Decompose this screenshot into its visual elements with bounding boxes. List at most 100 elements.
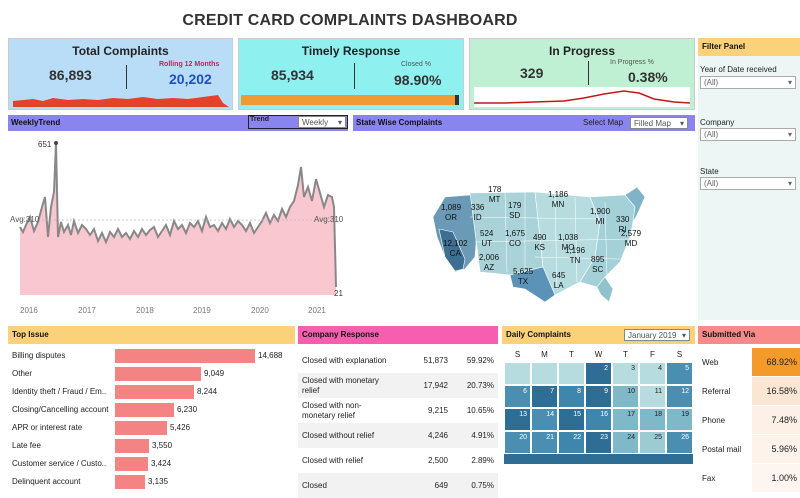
calendar-day[interactable]: 18 bbox=[639, 408, 666, 431]
total-complaints-title: Total Complaints bbox=[72, 44, 169, 58]
chevron-down-icon: ▾ bbox=[679, 118, 684, 128]
state-code: LA bbox=[553, 281, 564, 290]
min-label: 21 bbox=[334, 289, 343, 298]
top-issue-title: Top Issue bbox=[8, 326, 295, 344]
calendar-day[interactable]: 5 bbox=[666, 362, 693, 385]
calendar-day[interactable]: 6 bbox=[504, 385, 531, 408]
daily-complaints-panel: Daily Complaints January 2019▾ SMTWTFS 1… bbox=[502, 326, 695, 493]
calendar-day[interactable]: 22 bbox=[558, 431, 585, 454]
weekly-trend-panel: WeeklyTrend Trend Weekly ▾ Avg:310 Avg:31… bbox=[8, 115, 348, 320]
submitted-via-row[interactable]: Postal mail 5.96% bbox=[698, 435, 800, 464]
issue-row[interactable]: Other 9,049 bbox=[8, 366, 295, 382]
submitted-via-row[interactable]: Web 68.92% bbox=[698, 348, 800, 377]
submitted-via-row[interactable]: Fax 1.00% bbox=[698, 464, 800, 493]
state-label: 645 LA bbox=[552, 271, 565, 291]
year-tick: 2018 bbox=[136, 306, 154, 315]
state-label: 336 ID bbox=[471, 203, 484, 223]
calendar-day[interactable]: 14 bbox=[531, 408, 558, 431]
in-progress-pct-label: In Progress % bbox=[610, 59, 654, 66]
avg-right-label: Avg:310 bbox=[314, 215, 344, 224]
issue-value: 3,550 bbox=[152, 441, 173, 450]
state-filter-label: State bbox=[700, 167, 719, 176]
issue-label: Closing/Cancelling account bbox=[12, 405, 109, 414]
calendar-day[interactable]: 20 bbox=[504, 431, 531, 454]
company-filter-label: Company bbox=[700, 118, 735, 127]
in-progress-value: 329 bbox=[520, 65, 544, 81]
state-value: 524 bbox=[480, 229, 494, 238]
issue-row[interactable]: Closing/Cancelling account 6,230 bbox=[8, 402, 295, 418]
weekday-label: T bbox=[623, 350, 628, 359]
calendar-day[interactable]: 4 bbox=[639, 362, 666, 385]
company-response-row[interactable]: Closed with non-monetary relief 9,215 10.6… bbox=[298, 398, 498, 423]
calendar-day[interactable]: 11 bbox=[639, 385, 666, 408]
rolling-value: 20,202 bbox=[169, 71, 212, 87]
year-tick: 2020 bbox=[251, 306, 269, 315]
issue-value: 3,135 bbox=[148, 477, 169, 486]
submitted-via-title: Submitted Via bbox=[698, 326, 800, 344]
year-tick: 2017 bbox=[78, 306, 96, 315]
response-label: Closed with non-monetary relief bbox=[302, 401, 362, 420]
closed-pct-label: Closed % bbox=[401, 61, 431, 68]
in-progress-pct-value: 0.38% bbox=[628, 69, 668, 85]
calendar-day[interactable]: 25 bbox=[639, 431, 666, 454]
calendar-day[interactable]: 13 bbox=[504, 408, 531, 431]
calendar-day[interactable]: 19 bbox=[666, 408, 693, 431]
calendar-day[interactable]: 10 bbox=[612, 385, 639, 408]
calendar-day[interactable]: 7 bbox=[531, 385, 558, 408]
issue-label: Identity theft / Fraud / Em.. bbox=[12, 387, 107, 396]
state-value: 1,038 bbox=[558, 233, 579, 242]
company-response-row[interactable]: Closed without relief 4,246 4.91% bbox=[298, 423, 498, 448]
map-type-select[interactable]: Filled Map ▾ bbox=[630, 117, 688, 129]
state-label: 12,102 CA bbox=[443, 239, 467, 259]
state-filter-dropdown[interactable]: (All) ▾ bbox=[700, 177, 796, 190]
timely-progress-bar bbox=[241, 95, 459, 105]
month-select[interactable]: January 2019 ▾ bbox=[624, 329, 690, 341]
company-response-row[interactable]: Closed with explanation 51,873 59.92% bbox=[298, 348, 498, 373]
chevron-down-icon: ▾ bbox=[787, 78, 792, 87]
response-label: Closed without relief bbox=[302, 431, 375, 440]
company-response-row[interactable]: Closed 649 0.75% bbox=[298, 473, 498, 498]
state-label: 1,675 CO bbox=[505, 229, 525, 249]
year-filter-dropdown[interactable]: (All) ▾ bbox=[700, 76, 796, 89]
state-value: 2,006 bbox=[479, 253, 500, 262]
calendar-day[interactable]: 24 bbox=[612, 431, 639, 454]
issue-bar bbox=[115, 475, 145, 489]
issue-row[interactable]: Late fee 3,550 bbox=[8, 438, 295, 454]
company-filter-dropdown[interactable]: (All) ▾ bbox=[700, 128, 796, 141]
response-count: 9,215 bbox=[427, 406, 448, 415]
calendar-day[interactable]: 12 bbox=[666, 385, 693, 408]
issue-value: 3,424 bbox=[151, 459, 172, 468]
issue-bar bbox=[115, 421, 167, 435]
issue-row[interactable]: Billing disputes 14,688 bbox=[8, 348, 295, 364]
state-value: 12,102 bbox=[443, 239, 468, 248]
calendar-day[interactable]: 26 bbox=[666, 431, 693, 454]
issue-row[interactable]: Customer service / Custo.. 3,424 bbox=[8, 456, 295, 472]
response-pct: 10.65% bbox=[466, 406, 494, 415]
chevron-down-icon: ▾ bbox=[787, 179, 792, 188]
company-response-row[interactable]: Closed with monetary relief 17,942 20.73% bbox=[298, 373, 498, 398]
year-tick: 2021 bbox=[308, 306, 326, 315]
issue-row[interactable]: APR or interest rate 5,426 bbox=[8, 420, 295, 436]
calendar-day[interactable]: 23 bbox=[585, 431, 612, 454]
issue-row[interactable]: Delinquent account 3,135 bbox=[8, 474, 295, 490]
calendar-day[interactable]: 8 bbox=[558, 385, 585, 408]
calendar-day[interactable]: 3 bbox=[612, 362, 639, 385]
issue-row[interactable]: Identity theft / Fraud / Em.. 8,244 bbox=[8, 384, 295, 400]
filter-panel: Filter Panel Year of Date received (All)… bbox=[698, 38, 800, 320]
calendar-day[interactable]: 15 bbox=[558, 408, 585, 431]
submitted-via-row[interactable]: Phone 7.48% bbox=[698, 406, 800, 435]
weekly-trend-area bbox=[20, 143, 336, 295]
company-response-row[interactable]: Closed with relief 2,500 2.89% bbox=[298, 448, 498, 473]
calendar-day[interactable]: 16 bbox=[585, 408, 612, 431]
calendar-day[interactable]: 21 bbox=[531, 431, 558, 454]
submitted-via-row[interactable]: Referral 16.58% bbox=[698, 377, 800, 406]
response-count: 4,246 bbox=[427, 431, 448, 440]
state-value: 5,625 bbox=[513, 267, 534, 276]
calendar-day[interactable]: 2 bbox=[585, 362, 612, 385]
weekday-label: T bbox=[569, 350, 574, 359]
calendar-day[interactable]: 17 bbox=[612, 408, 639, 431]
calendar-day[interactable]: 9 bbox=[585, 385, 612, 408]
total-sparkline-area bbox=[13, 95, 229, 107]
in-progress-sparkline-line bbox=[474, 90, 690, 104]
issue-bar bbox=[115, 349, 255, 363]
